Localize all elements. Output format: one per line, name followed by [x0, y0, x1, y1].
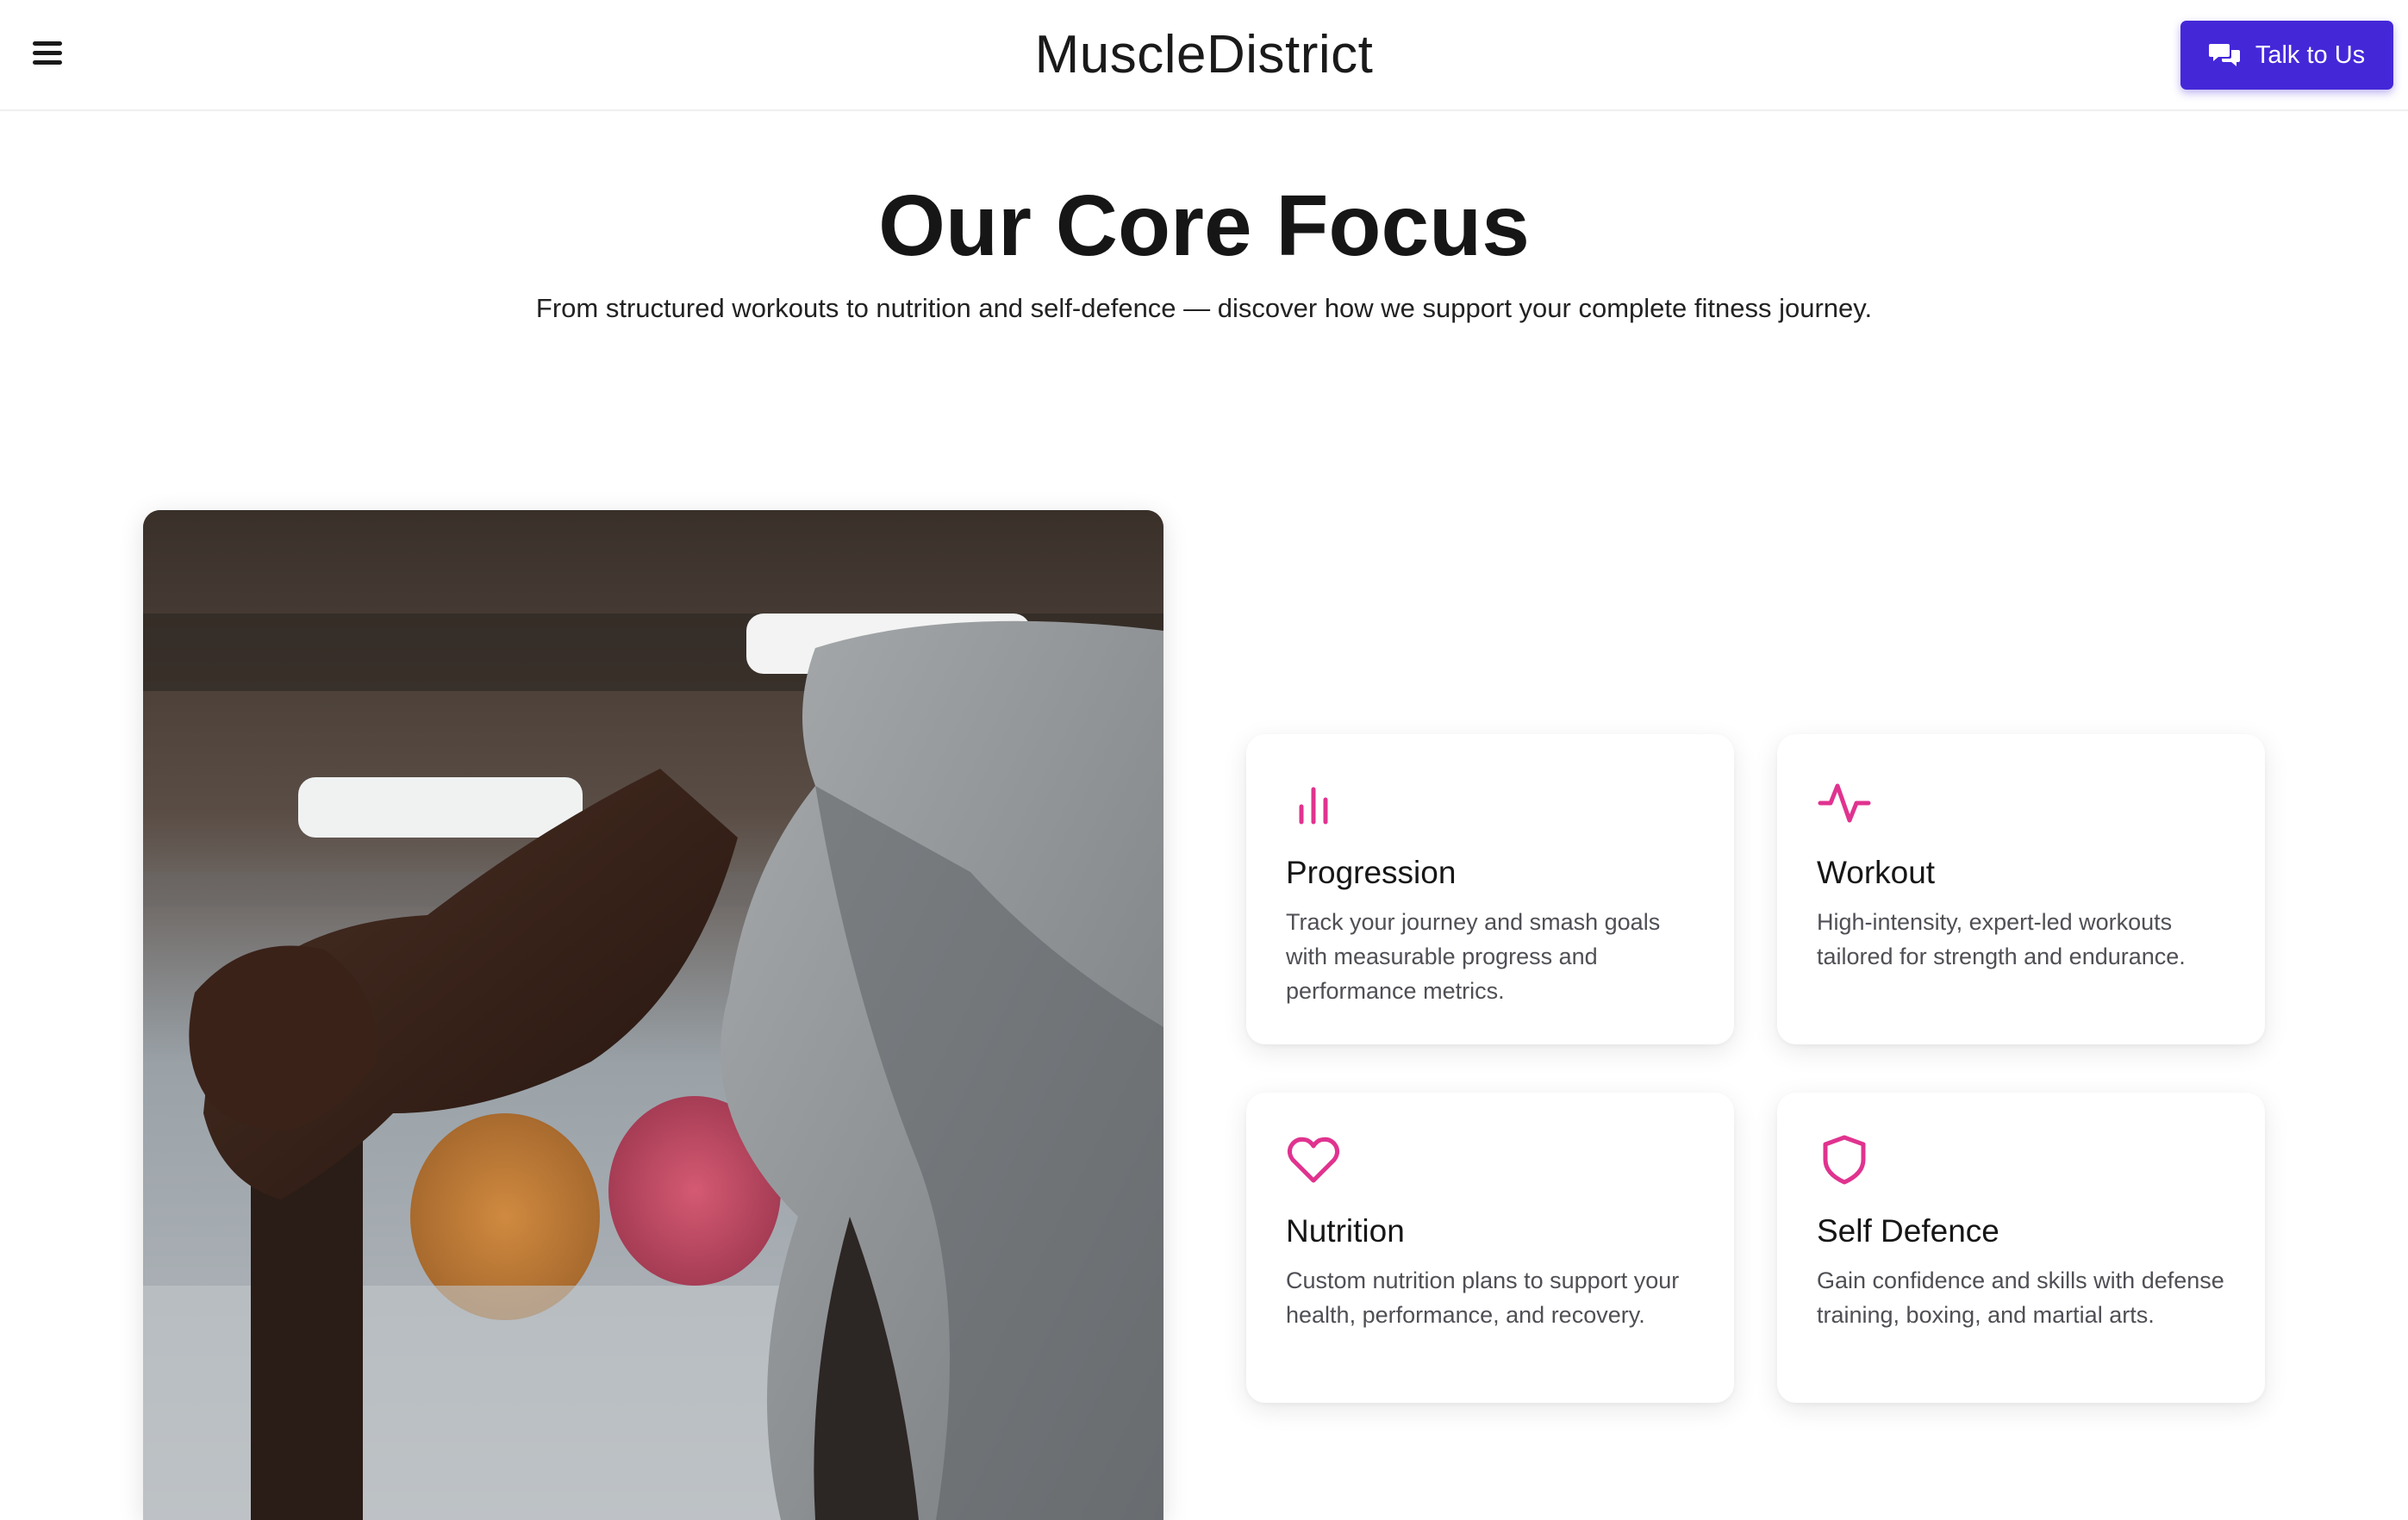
bar-chart-icon [1299, 787, 1328, 825]
brand-name[interactable]: MuscleDistrict [1035, 25, 1374, 84]
top-navbar: MuscleDistrict Talk to Us [0, 0, 2408, 111]
hamburger-menu-icon[interactable] [31, 38, 66, 69]
feature-title: Progression [1286, 855, 1457, 890]
section-subtitle: From structured workouts to nutrition an… [535, 293, 1873, 323]
shield-icon [1823, 1135, 1866, 1185]
feature-title: Nutrition [1286, 1213, 1405, 1249]
feature-title: Self Defence [1817, 1213, 1999, 1249]
feature-description: Track your journey and smash goals with … [1286, 909, 1661, 1004]
chat-bubbles-icon [2208, 44, 2240, 66]
feature-card-progression[interactable]: Progression Track your journey and smash… [1246, 734, 1734, 1044]
brand-logo: MuscleDistrict [0, 24, 2408, 85]
feature-description: Gain confidence and skills with defense … [1817, 1268, 2224, 1328]
athlete-photo [143, 510, 1163, 1520]
feature-title: Workout [1817, 855, 1936, 890]
talk-to-us-label: Talk to Us [2255, 40, 2366, 69]
feature-card-nutrition[interactable]: Nutrition Custom nutrition plans to supp… [1246, 1093, 1734, 1403]
heart-icon [1287, 1137, 1340, 1183]
activity-icon [1818, 783, 1871, 823]
feature-card-self-defence[interactable]: Self Defence Gain confidence and skills … [1777, 1093, 2265, 1403]
talk-to-us-button[interactable]: Talk to Us [2180, 21, 2393, 90]
section-title: Our Core Focus [878, 178, 1530, 274]
feature-description: High-intensity, expert-led workouts tail… [1817, 909, 2186, 969]
feature-description: Custom nutrition plans to support your h… [1286, 1268, 1680, 1328]
feature-card-workout[interactable]: Workout High-intensity, expert-led worko… [1777, 734, 2265, 1044]
